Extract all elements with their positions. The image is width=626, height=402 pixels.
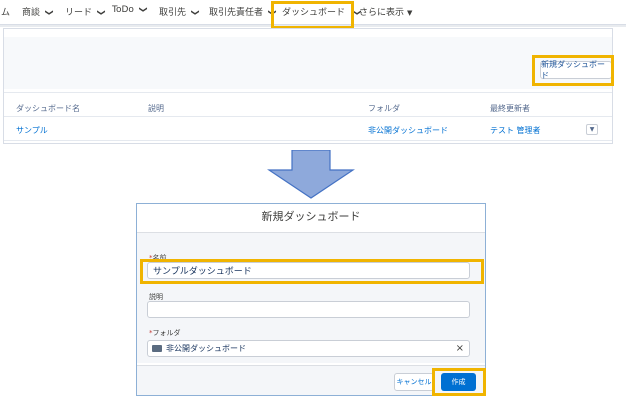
nav-item-contacts[interactable]: 取引先責任者 ❯ <box>209 5 277 18</box>
description-input[interactable] <box>147 301 470 318</box>
highlight-name-field <box>140 259 484 284</box>
highlight-dashboards-tab <box>271 1 354 29</box>
nav-item-opportunities[interactable]: 商談 ❯ <box>22 5 54 18</box>
column-header-folder[interactable]: フォルダ <box>368 103 400 114</box>
chevron-down-icon[interactable]: ❯ <box>139 6 148 13</box>
highlight-create-button <box>432 368 486 396</box>
chevron-down-icon[interactable]: ❯ <box>45 9 54 16</box>
column-header-modified-by[interactable]: 最終更新者 <box>490 103 530 114</box>
row-actions-dropdown-icon[interactable]: ▼ <box>586 124 598 135</box>
clear-icon[interactable]: × <box>456 343 464 354</box>
divider <box>4 140 612 141</box>
nav-item-truncated[interactable]: ム <box>1 5 10 18</box>
row-modified-by-link[interactable]: テスト 管理者 <box>490 125 541 136</box>
caret-down-icon: ▼ <box>407 9 413 17</box>
nav-item-todo[interactable]: ToDo ❯ <box>112 5 148 15</box>
nav-label: 取引先責任者 <box>209 8 264 18</box>
highlight-new-button <box>532 55 614 86</box>
column-header-name[interactable]: ダッシュボード名 <box>16 103 80 114</box>
list-header-band <box>4 37 612 89</box>
nav-label: さらに表示 <box>359 8 405 18</box>
nav-label: リード <box>65 8 93 18</box>
nav-item-more[interactable]: さらに表示 ▼ <box>359 5 412 18</box>
row-folder-link[interactable]: 非公開ダッシュボード <box>368 125 448 136</box>
folder-icon <box>152 345 162 352</box>
folder-picker[interactable]: 非公開ダッシュボード × <box>147 340 470 357</box>
chevron-down-icon[interactable]: ❯ <box>97 9 106 16</box>
cancel-button[interactable]: キャンセル <box>394 373 434 391</box>
column-header-description[interactable]: 説明 <box>148 103 164 114</box>
folder-label-text: フォルダ <box>152 329 181 337</box>
divider <box>4 92 612 93</box>
nav-item-accounts[interactable]: 取引先 ❯ <box>159 5 200 18</box>
folder-label: *フォルダ <box>149 328 181 338</box>
nav-label: 取引先 <box>159 8 187 18</box>
down-arrow-icon <box>267 150 355 199</box>
divider <box>4 116 612 117</box>
folder-value: 非公開ダッシュボード <box>166 344 246 353</box>
modal-title: 新規ダッシュボード <box>261 210 361 223</box>
nav-label: ToDo <box>112 5 134 15</box>
row-dashboard-name-link[interactable]: サンプル <box>16 125 48 136</box>
chevron-down-icon[interactable]: ❯ <box>191 9 200 16</box>
nav-item-leads[interactable]: リード ❯ <box>65 5 106 18</box>
nav-label: 商談 <box>22 8 41 18</box>
